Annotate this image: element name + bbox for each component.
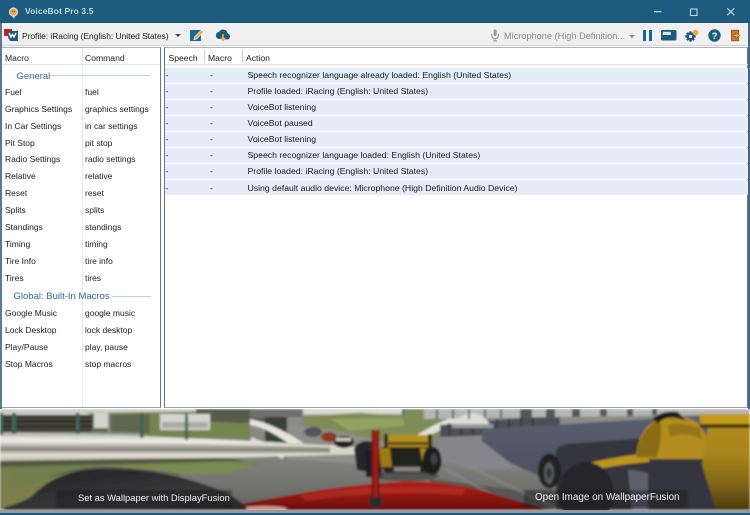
svg-text:?: ? bbox=[712, 31, 718, 42]
